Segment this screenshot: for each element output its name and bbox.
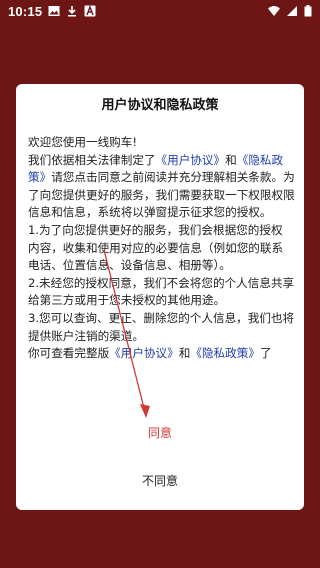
footer-text-after: 了	[259, 346, 272, 361]
dialog-body: 欢迎您使用一线购车! 我们依据相关法律制定了《用户协议》和《隐私政策》请您点击同…	[28, 134, 296, 363]
download-icon	[68, 6, 76, 17]
battery-icon	[304, 5, 312, 17]
a-box-icon	[84, 5, 96, 17]
footer-and-text: 和	[178, 346, 191, 361]
intro-and-text: 和	[225, 152, 237, 167]
list-item-3: 3.您可以查询、更正、删除您的个人信息，我们也将提供账户注销的渠道。	[28, 310, 295, 343]
intro-text-before: 我们依据相关法律制定了	[28, 152, 156, 167]
status-icons-left	[48, 5, 96, 17]
signal-icon	[287, 6, 297, 16]
list-item-2: 2.未经您的授权同意，我们不会将您的个人信息共享给第三方或用于您未授权的其他用途…	[28, 275, 295, 308]
user-agreement-link[interactable]: 《用户协议》	[156, 153, 226, 167]
intro-paragraph: 我们依据相关法律制定了《用户协议》和《隐私政策》请您点击同意之前阅读并充分理解相…	[28, 152, 296, 222]
agreement-dialog: 用户协议和隐私政策 欢迎您使用一线购车! 我们依据相关法律制定了《用户协议》和《…	[16, 84, 304, 510]
dialog-title: 用户协议和隐私政策	[101, 98, 219, 113]
footer-paragraph: 你可查看完整版《用户协议》和《隐私政策》了	[28, 345, 296, 363]
disagree-button[interactable]: 不同意	[16, 472, 304, 489]
status-icons-right	[268, 5, 312, 17]
agree-button[interactable]: 同意	[16, 424, 304, 441]
status-time: 10:15	[8, 4, 43, 19]
greeting-text: 欢迎您使用一线购车!	[28, 135, 137, 149]
status-bar: 10:15	[0, 0, 320, 24]
intro-text-after: 请您点击同意之前阅读并充分理解相关条款。为了向您提供更好的服务，我们需要获取一下…	[28, 170, 295, 220]
list-item-1: 1.为了向您提供更好的服务，我们会根据您的授权 内容，收集和使用对应的必要信息（…	[28, 222, 284, 273]
image-icon	[48, 6, 60, 16]
wifi-icon	[268, 6, 280, 16]
footer-privacy-policy-link[interactable]: 《隐私政策》	[190, 346, 260, 360]
footer-user-agreement-link[interactable]: 《用户协议》	[109, 346, 179, 360]
footer-text-before: 你可查看完整版	[28, 346, 110, 361]
